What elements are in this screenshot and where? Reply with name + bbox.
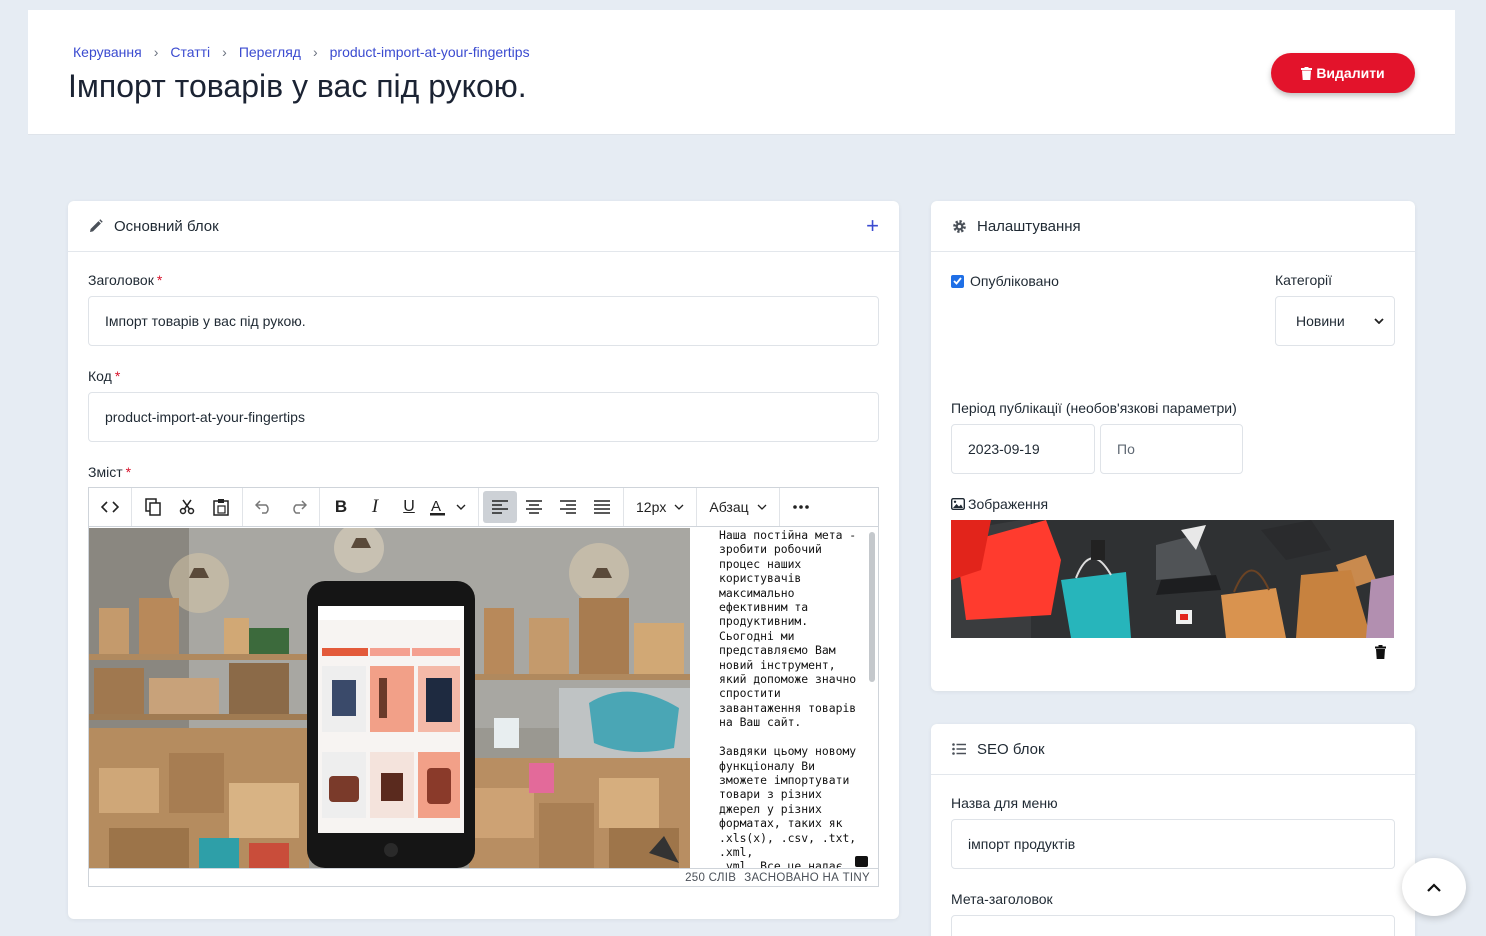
page-header: Керування › Статті › Перегляд › product-… xyxy=(28,10,1455,135)
source-code-icon[interactable] xyxy=(93,491,127,523)
image-label: Зображення xyxy=(951,496,1048,512)
chevron-down-icon xyxy=(757,504,767,510)
italic-icon[interactable]: I xyxy=(358,491,392,523)
rich-text-editor: B I U A 12px Абзац Наша постійна мета - … xyxy=(88,487,879,887)
settings-header: Налаштування xyxy=(931,201,1415,252)
align-left-icon[interactable] xyxy=(483,491,517,523)
image-icon xyxy=(951,498,965,510)
title-input[interactable]: Імпорт товарів у вас під рукою. xyxy=(88,296,879,346)
main-block-title: Основний блок xyxy=(114,217,219,235)
breadcrumb-item[interactable]: Перегляд xyxy=(239,44,301,60)
menu-name-label: Назва для меню xyxy=(951,795,1058,811)
code-input[interactable]: product-import-at-your-fingertips xyxy=(88,392,879,442)
seo-header: SEO блок xyxy=(931,724,1415,775)
breadcrumb-item[interactable]: product-import-at-your-fingertips xyxy=(330,44,530,60)
gear-icon xyxy=(951,218,967,234)
editor-content-area[interactable]: Наша постійна мета - зробити робочий про… xyxy=(89,528,878,869)
chevron-up-icon xyxy=(1427,882,1441,892)
align-center-icon[interactable] xyxy=(517,491,551,523)
cut-icon[interactable] xyxy=(170,491,204,523)
resize-icon[interactable] xyxy=(855,856,868,867)
seo-card: SEO блок Назва для меню імпорт продуктів… xyxy=(931,724,1415,936)
chevron-right-icon: › xyxy=(312,44,318,60)
editor-statusbar: 250 СЛІВ ЗАСНОВАНО НА TINY xyxy=(89,868,878,886)
menu-name-input[interactable]: імпорт продуктів xyxy=(951,819,1395,869)
chevron-down-icon xyxy=(1374,318,1384,324)
breadcrumb-item[interactable]: Керування xyxy=(73,44,142,60)
title-label: Заголовок * xyxy=(88,272,163,288)
list-icon xyxy=(951,741,967,757)
date-to-input[interactable]: По xyxy=(1100,424,1243,474)
category-select[interactable]: Новини xyxy=(1275,296,1395,346)
chevron-right-icon: › xyxy=(153,44,159,60)
trash-icon xyxy=(1301,66,1313,80)
publication-period-label: Період публікації (необов'язкові парамет… xyxy=(951,400,1237,416)
main-block-card: Основний блок + Заголовок * Імпорт товарі… xyxy=(68,201,899,919)
main-block-header: Основний блок + xyxy=(68,201,899,252)
align-right-icon[interactable] xyxy=(551,491,585,523)
text-color-icon[interactable]: A xyxy=(426,491,474,523)
svg-text:A: A xyxy=(431,498,441,515)
copy-icon[interactable] xyxy=(136,491,170,523)
article-preview-image xyxy=(951,520,1394,638)
settings-title: Налаштування xyxy=(977,217,1081,235)
block-format-select[interactable]: Абзац xyxy=(701,491,774,523)
trash-icon[interactable] xyxy=(1375,645,1386,659)
page-title: Імпорт товарів у вас під рукою. xyxy=(68,68,527,104)
pencil-icon xyxy=(88,218,104,234)
redo-icon[interactable] xyxy=(281,491,315,523)
align-justify-icon[interactable] xyxy=(585,491,619,523)
code-label: Код * xyxy=(88,368,121,384)
word-count: 250 СЛІВ xyxy=(685,871,737,884)
seo-title: SEO блок xyxy=(977,740,1045,758)
meta-title-label: Мета-заголовок xyxy=(951,891,1053,907)
published-label: Опубліковано xyxy=(970,273,1059,289)
editor-scrollbar[interactable] xyxy=(869,532,875,682)
editor-text[interactable]: Наша постійна мета - зробити робочий про… xyxy=(719,528,865,869)
plus-icon[interactable]: + xyxy=(866,213,879,239)
content-label: Зміст * xyxy=(88,464,132,480)
breadcrumb-item[interactable]: Статті xyxy=(170,44,210,60)
font-size-select[interactable]: 12px xyxy=(628,491,692,523)
undo-icon[interactable] xyxy=(247,491,281,523)
scroll-to-top-button[interactable] xyxy=(1402,858,1466,916)
breadcrumb: Керування › Статті › Перегляд › product-… xyxy=(73,44,530,60)
published-checkbox[interactable]: Опубліковано xyxy=(951,273,1059,289)
powered-by-link[interactable]: ЗАСНОВАНО НА TINY xyxy=(744,872,870,884)
date-from-input[interactable]: 2023-09-19 xyxy=(951,424,1095,474)
article-image xyxy=(89,528,690,869)
chevron-down-icon xyxy=(674,504,684,510)
more-icon[interactable] xyxy=(784,491,818,523)
categories-label: Категорії xyxy=(1275,272,1333,288)
delete-button-label: Видалити xyxy=(1316,65,1385,81)
editor-toolbar: B I U A 12px Абзац xyxy=(89,488,878,527)
bold-icon[interactable]: B xyxy=(324,491,358,523)
delete-button[interactable]: Видалити xyxy=(1271,53,1415,93)
chevron-right-icon: › xyxy=(222,44,227,60)
underline-icon[interactable]: U xyxy=(392,491,426,523)
checkmark-icon[interactable] xyxy=(951,274,964,288)
settings-card: Налаштування Опубліковано Категорії Нови… xyxy=(931,201,1415,691)
paste-icon[interactable] xyxy=(204,491,238,523)
meta-title-input[interactable] xyxy=(951,915,1395,936)
